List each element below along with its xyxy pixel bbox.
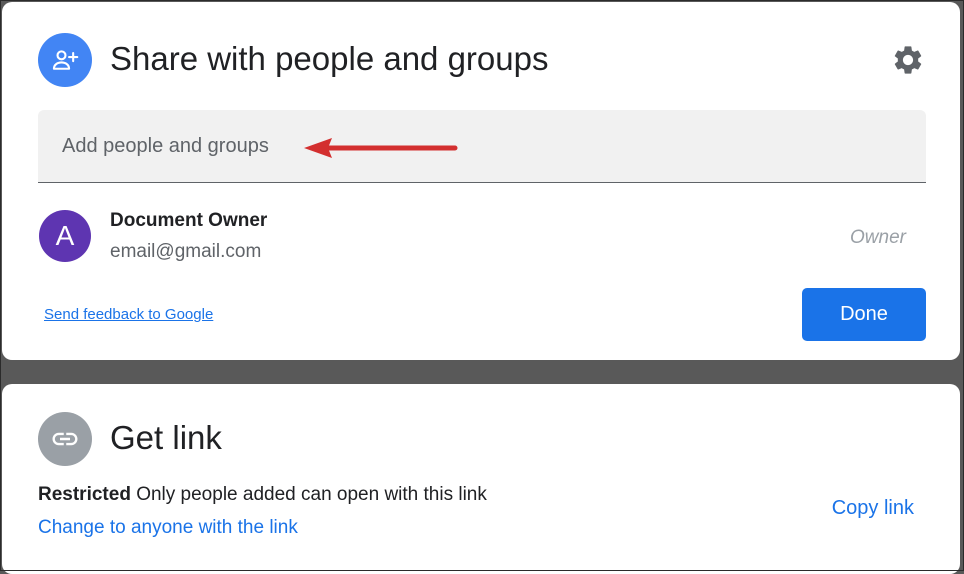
person-email: email@gmail.com (110, 241, 262, 262)
change-link-access-button[interactable]: Change to anyone with the link (38, 517, 298, 539)
person-name: Document Owner (110, 210, 268, 231)
copy-link-button[interactable]: Copy link (832, 497, 914, 520)
annotation-arrow (302, 135, 462, 170)
person-add-icon (38, 33, 92, 87)
link-icon (38, 412, 92, 466)
share-dialog: Share with people and groups A Document … (2, 2, 960, 360)
gear-icon (894, 46, 922, 74)
settings-button[interactable] (888, 40, 928, 80)
link-access-description: Restricted Only people added can open wi… (38, 484, 487, 506)
person-role: Owner (850, 227, 906, 248)
get-link-panel: Get link Restricted Only people added ca… (2, 384, 960, 574)
add-people-field[interactable] (38, 110, 926, 183)
share-title: Share with people and groups (110, 40, 549, 77)
done-button[interactable]: Done (802, 288, 926, 341)
send-feedback-link[interactable]: Send feedback to Google (44, 306, 213, 323)
get-link-title: Get link (110, 419, 222, 456)
restricted-label: Restricted (38, 484, 131, 505)
avatar: A (39, 210, 91, 262)
restricted-description: Only people added can open with this lin… (136, 484, 487, 505)
